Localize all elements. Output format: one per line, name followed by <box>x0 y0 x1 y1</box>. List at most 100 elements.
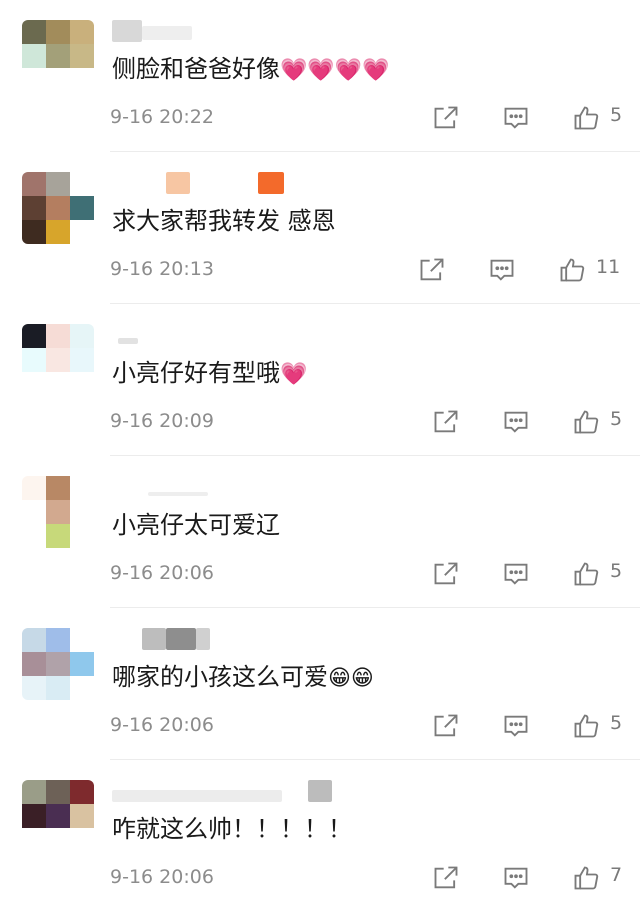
like-button[interactable] <box>556 254 588 286</box>
reply-button[interactable] <box>500 558 532 590</box>
avatar-pixel <box>46 372 70 396</box>
comment-icon <box>504 563 528 585</box>
like-button[interactable] <box>570 558 602 590</box>
reply-button[interactable] <box>500 710 532 742</box>
like-button[interactable] <box>570 862 602 894</box>
avatar-pixel <box>46 220 70 244</box>
avatar-pixel <box>70 652 94 676</box>
share-button[interactable] <box>430 862 462 894</box>
avatar-pixel <box>22 44 46 68</box>
like-count: 7 <box>610 864 623 886</box>
share-button[interactable] <box>416 254 448 286</box>
avatar[interactable] <box>22 20 94 92</box>
comment-icon <box>504 867 528 889</box>
avatar[interactable] <box>22 172 94 244</box>
comment-actions: 5 <box>320 706 640 746</box>
comment-list: 侧脸和爸爸好像💗💗💗💗 9-16 20:22 5 求大家帮我转发 感恩 9-16… <box>0 0 640 901</box>
username-redacted[interactable] <box>112 318 352 348</box>
comment-time: 9-16 20:06 <box>110 562 214 584</box>
avatar-pixel <box>70 500 94 524</box>
thumbs-up-icon <box>574 410 599 434</box>
like-count: 5 <box>610 560 623 582</box>
comment-text: 咋就这么帅！！！！！ <box>112 815 352 843</box>
share-icon <box>420 258 444 281</box>
comment-text: 小亮仔太可爱辽 <box>112 511 280 539</box>
comment-actions: 5 <box>320 402 640 442</box>
share-button[interactable] <box>430 710 462 742</box>
username-redacted[interactable] <box>112 14 352 44</box>
thumbs-up-icon <box>574 106 599 130</box>
comment-item: 哪家的小孩这么可爱😁😁 9-16 20:06 5 <box>0 608 640 760</box>
avatar-pixel <box>46 652 70 676</box>
avatar[interactable] <box>22 324 94 396</box>
comment-icon <box>504 411 528 433</box>
avatar-pixel <box>46 68 70 92</box>
avatar-pixel <box>46 172 70 196</box>
avatar-pixel <box>70 372 94 396</box>
username-redacted[interactable] <box>112 774 352 804</box>
like-count: 5 <box>610 104 623 126</box>
avatar-pixel <box>22 676 46 700</box>
avatar-pixel <box>70 348 94 372</box>
avatar-pixel <box>46 476 70 500</box>
share-icon <box>434 106 458 129</box>
avatar-pixel <box>46 780 70 804</box>
avatar-pixel <box>70 172 94 196</box>
avatar-pixel <box>22 524 46 548</box>
avatar-pixel <box>22 476 46 500</box>
avatar[interactable] <box>22 476 94 548</box>
reply-button[interactable] <box>486 254 518 286</box>
comment-time: 9-16 20:06 <box>110 866 214 888</box>
avatar-pixel <box>70 20 94 44</box>
avatar[interactable] <box>22 780 94 852</box>
avatar-pixel <box>70 524 94 548</box>
avatar-pixel <box>70 68 94 92</box>
heart-emoji: 💗 <box>280 362 308 387</box>
avatar-pixel <box>46 196 70 220</box>
thumbs-up-icon <box>574 562 599 586</box>
avatar-pixel <box>46 44 70 68</box>
like-count: 5 <box>610 712 623 734</box>
comment-text: 侧脸和爸爸好像💗💗💗💗 <box>112 55 390 83</box>
like-button[interactable] <box>570 710 602 742</box>
comment-item: 侧脸和爸爸好像💗💗💗💗 9-16 20:22 5 <box>0 0 640 152</box>
share-icon <box>434 866 458 889</box>
reply-button[interactable] <box>500 862 532 894</box>
comment-text: 小亮仔好有型哦💗 <box>112 359 308 387</box>
avatar-pixel <box>46 524 70 548</box>
avatar-pixel <box>70 44 94 68</box>
avatar-pixel <box>22 348 46 372</box>
comment-text: 哪家的小孩这么可爱😁😁 <box>112 663 374 691</box>
avatar-pixel <box>22 68 46 92</box>
avatar-pixel <box>46 676 70 700</box>
comment-icon <box>504 107 528 129</box>
comment-item: 咋就这么帅！！！！！ 9-16 20:06 7 <box>0 760 640 901</box>
avatar-pixel <box>70 676 94 700</box>
like-button[interactable] <box>570 102 602 134</box>
share-button[interactable] <box>430 102 462 134</box>
avatar[interactable] <box>22 628 94 700</box>
thumbs-up-icon <box>560 258 585 282</box>
avatar-pixel <box>70 476 94 500</box>
avatar-pixel <box>46 324 70 348</box>
comment-item: 小亮仔好有型哦💗 9-16 20:09 5 <box>0 304 640 456</box>
avatar-pixel <box>46 348 70 372</box>
comment-text: 求大家帮我转发 感恩 <box>112 207 336 235</box>
comment-actions: 11 <box>320 250 640 290</box>
comment-actions: 5 <box>320 554 640 594</box>
avatar-pixel <box>22 372 46 396</box>
avatar-pixel <box>70 828 94 852</box>
avatar-pixel <box>22 780 46 804</box>
share-button[interactable] <box>430 558 462 590</box>
share-button[interactable] <box>430 406 462 438</box>
avatar-pixel <box>22 804 46 828</box>
reply-button[interactable] <box>500 102 532 134</box>
like-button[interactable] <box>570 406 602 438</box>
username-redacted[interactable] <box>112 622 352 652</box>
username-redacted[interactable] <box>112 166 352 196</box>
avatar-pixel <box>46 828 70 852</box>
avatar-pixel <box>70 196 94 220</box>
reply-button[interactable] <box>500 406 532 438</box>
avatar-pixel <box>70 780 94 804</box>
username-redacted[interactable] <box>112 470 352 500</box>
